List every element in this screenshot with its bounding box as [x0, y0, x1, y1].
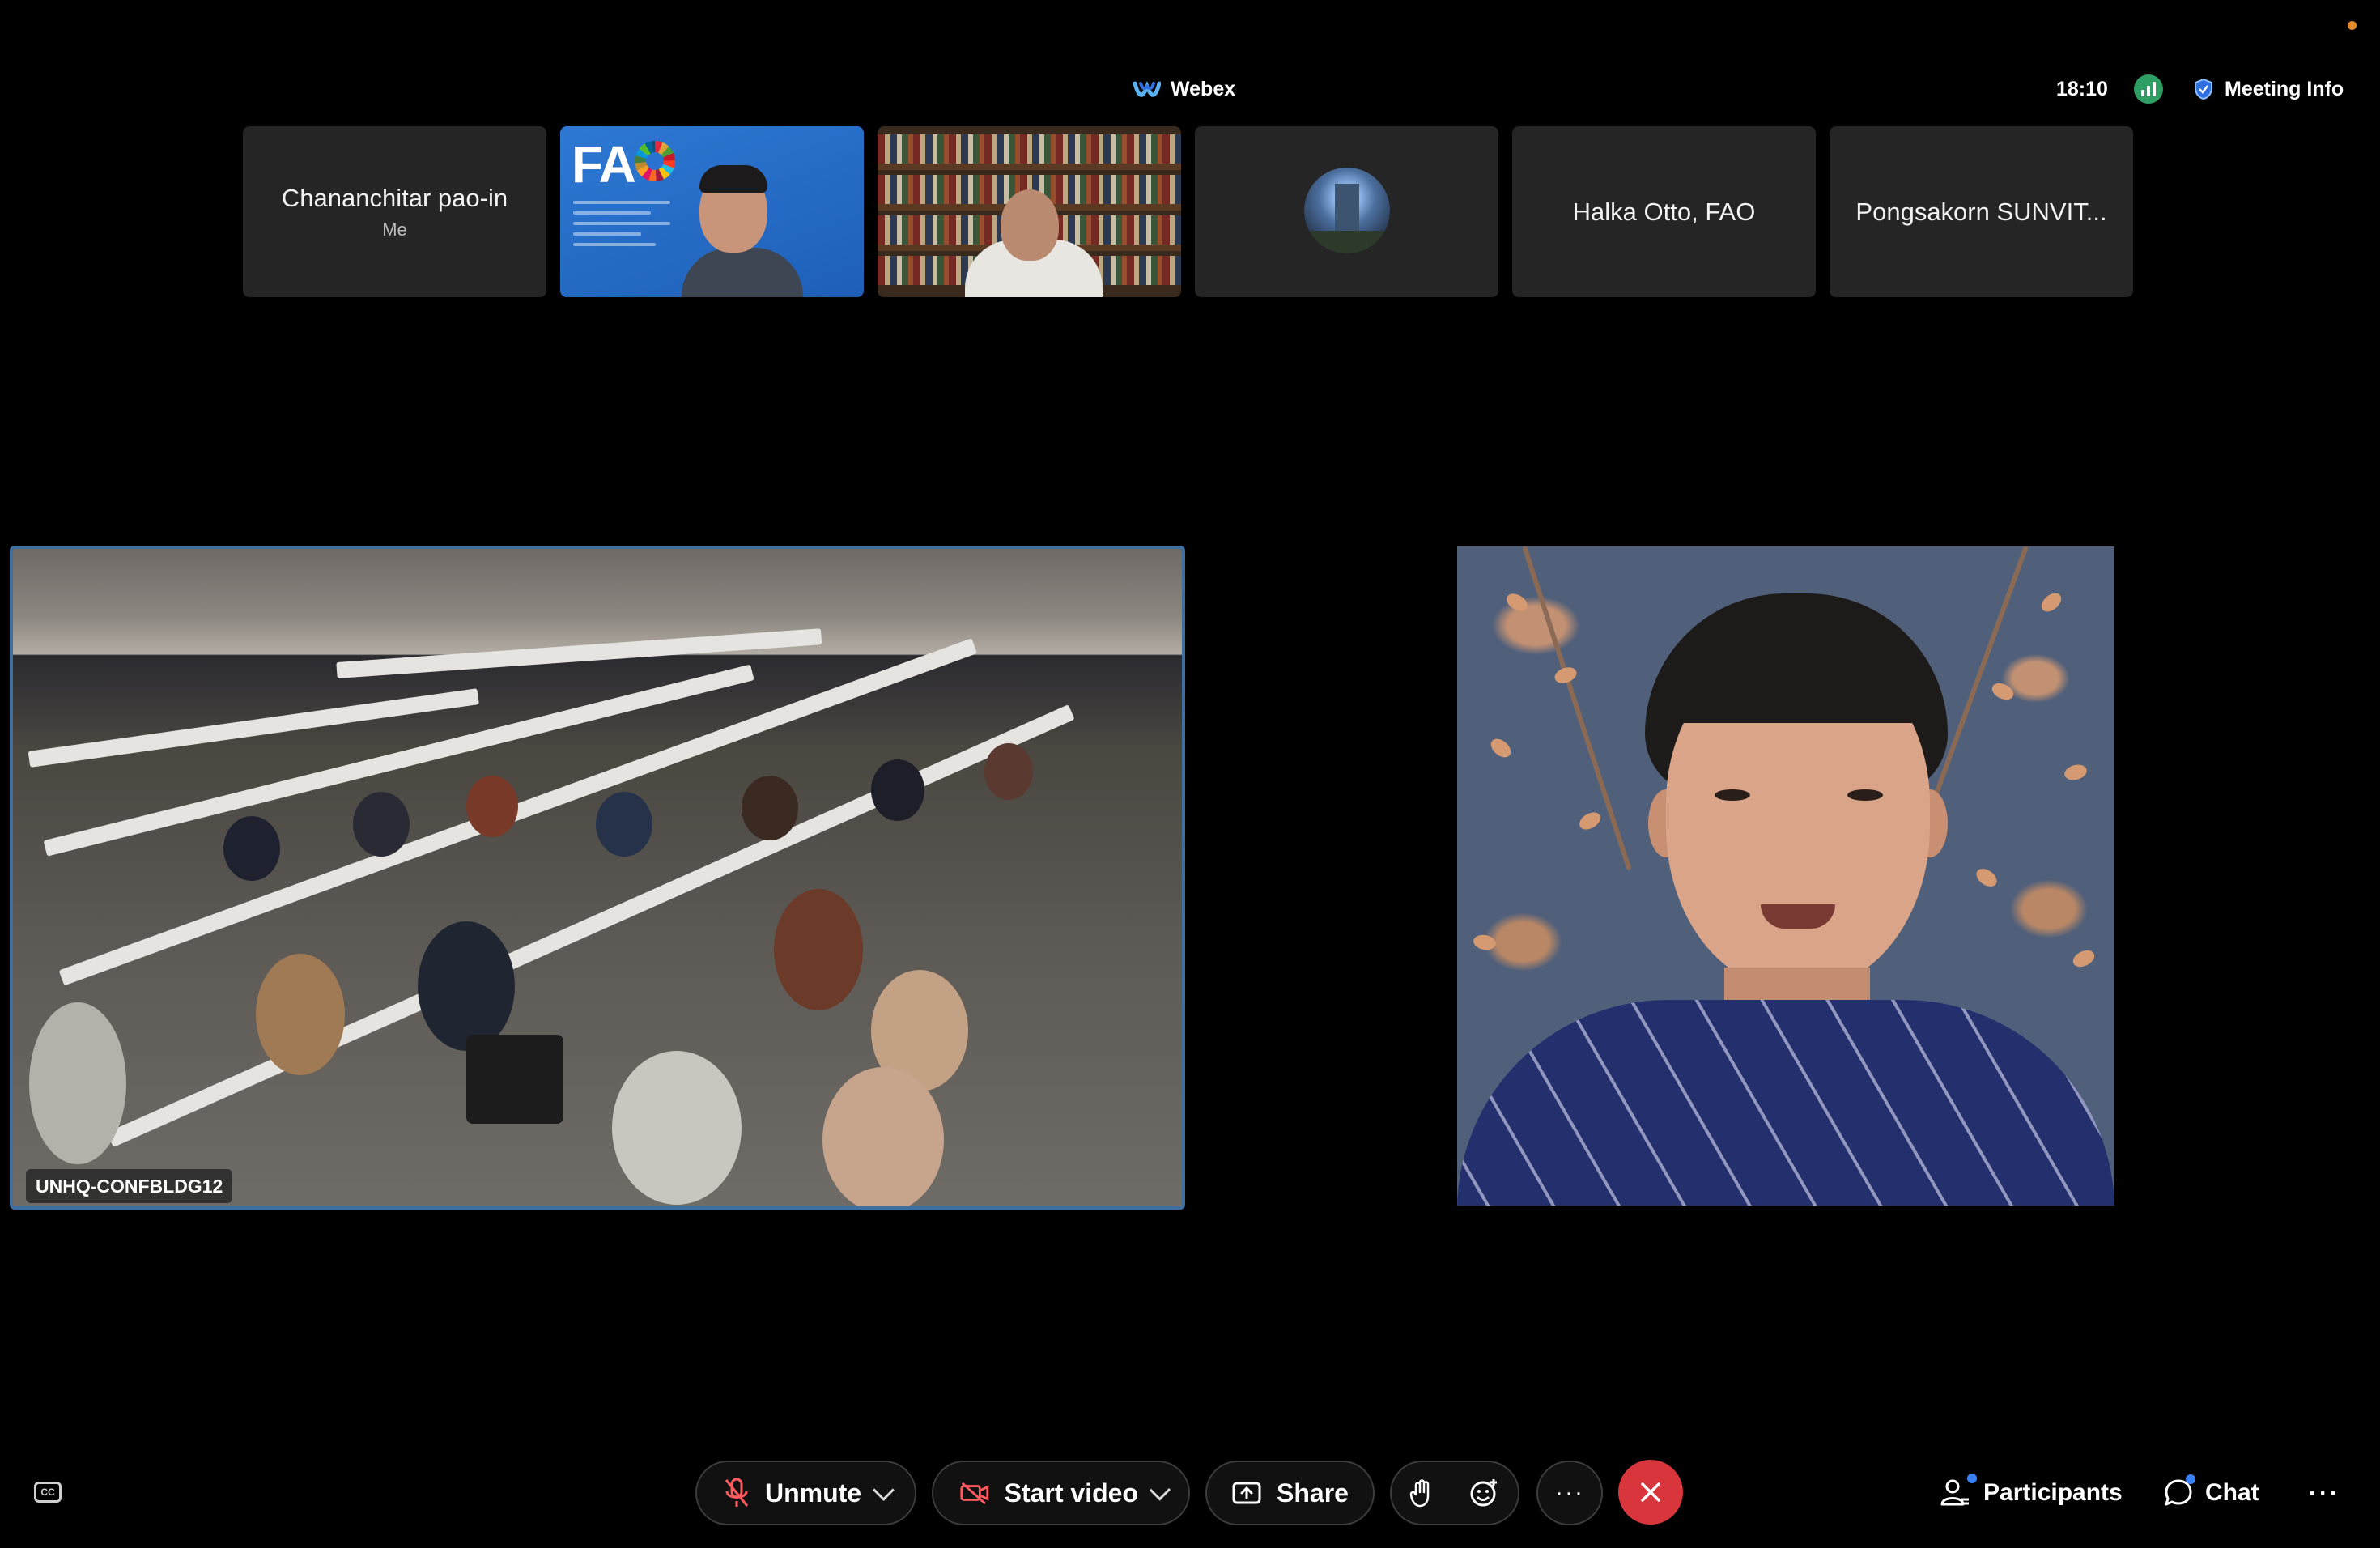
chat-icon: [2163, 1474, 2195, 1508]
unmute-button[interactable]: Unmute: [695, 1461, 916, 1525]
participants-label: Participants: [1983, 1479, 2123, 1506]
chevron-down-icon[interactable]: [873, 1478, 895, 1501]
share-screen-icon: [1232, 1482, 1261, 1504]
notification-dot: [2186, 1474, 2195, 1484]
avatar: [1303, 167, 1390, 253]
speaker-head: [1001, 189, 1059, 261]
unmute-label: Unmute: [765, 1478, 862, 1508]
start-video-button[interactable]: Start video: [932, 1461, 1190, 1525]
sdg-wheel-logo: [635, 141, 675, 181]
participant-tile-self[interactable]: Chananchitar pao-in Me: [243, 126, 546, 297]
webex-logo-icon: [1133, 80, 1161, 97]
participants-button[interactable]: Participants: [1940, 1474, 2123, 1512]
participants-icon: [1940, 1474, 1977, 1509]
notification-dot: [1967, 1474, 1977, 1483]
participant-name: Chananchitar pao-in: [281, 183, 508, 212]
app-name: Webex: [1171, 77, 1236, 100]
video-off-icon: [960, 1482, 989, 1505]
fao-logo: FA: [572, 135, 636, 194]
room-name-label: UNHQ-CONFBLDG12: [26, 1169, 233, 1203]
leave-meeting-button[interactable]: [1618, 1460, 1683, 1525]
participant-tile-video[interactable]: FA: [560, 126, 864, 297]
close-icon: [1641, 1482, 1660, 1502]
participant-name: Halka Otto, FAO: [1572, 197, 1756, 226]
closed-captions-icon[interactable]: CC: [34, 1482, 62, 1503]
chat-button[interactable]: Chat: [2163, 1474, 2259, 1512]
participant-name: Pongsakorn SUNVIT...: [1855, 197, 2107, 226]
speaker-body: [682, 248, 803, 297]
more-options-button[interactable]: ···: [1536, 1461, 1603, 1525]
share-label: Share: [1277, 1478, 1349, 1508]
overflow-menu-button[interactable]: ···: [2309, 1480, 2340, 1508]
participant-tile[interactable]: Pongsakorn SUNVIT...: [1830, 126, 2133, 297]
speaker-shirt: [1457, 1000, 2114, 1206]
participant-self-label: Me: [382, 219, 407, 240]
start-video-label: Start video: [1004, 1478, 1138, 1508]
status-dot: [2348, 21, 2357, 30]
chevron-down-icon[interactable]: [1149, 1478, 1171, 1501]
reactions-group: [1390, 1461, 1519, 1525]
network-signal-icon[interactable]: [2134, 74, 2163, 104]
shield-icon: [2195, 78, 2212, 100]
raise-hand-icon[interactable]: [1409, 1478, 1434, 1508]
meeting-info-button[interactable]: Meeting Info: [2194, 74, 2344, 104]
participant-tile-avatar[interactable]: [1195, 126, 1498, 297]
participant-tile-video[interactable]: [878, 126, 1181, 297]
conference-room-video[interactable]: UNHQ-CONFBLDG12: [10, 546, 1185, 1210]
chat-label: Chat: [2205, 1479, 2259, 1506]
app-title: Webex: [1133, 74, 1235, 104]
reaction-icon[interactable]: [1469, 1478, 1500, 1508]
meeting-info-label: Meeting Info: [2225, 77, 2344, 100]
slide-text-lines: [573, 201, 670, 253]
meeting-clock: 18:10: [2056, 78, 2108, 100]
microphone-muted-icon: [725, 1478, 749, 1507]
active-speaker-video[interactable]: [1457, 546, 2114, 1206]
share-button[interactable]: Share: [1205, 1461, 1375, 1525]
participant-tile[interactable]: Halka Otto, FAO: [1512, 126, 1816, 297]
